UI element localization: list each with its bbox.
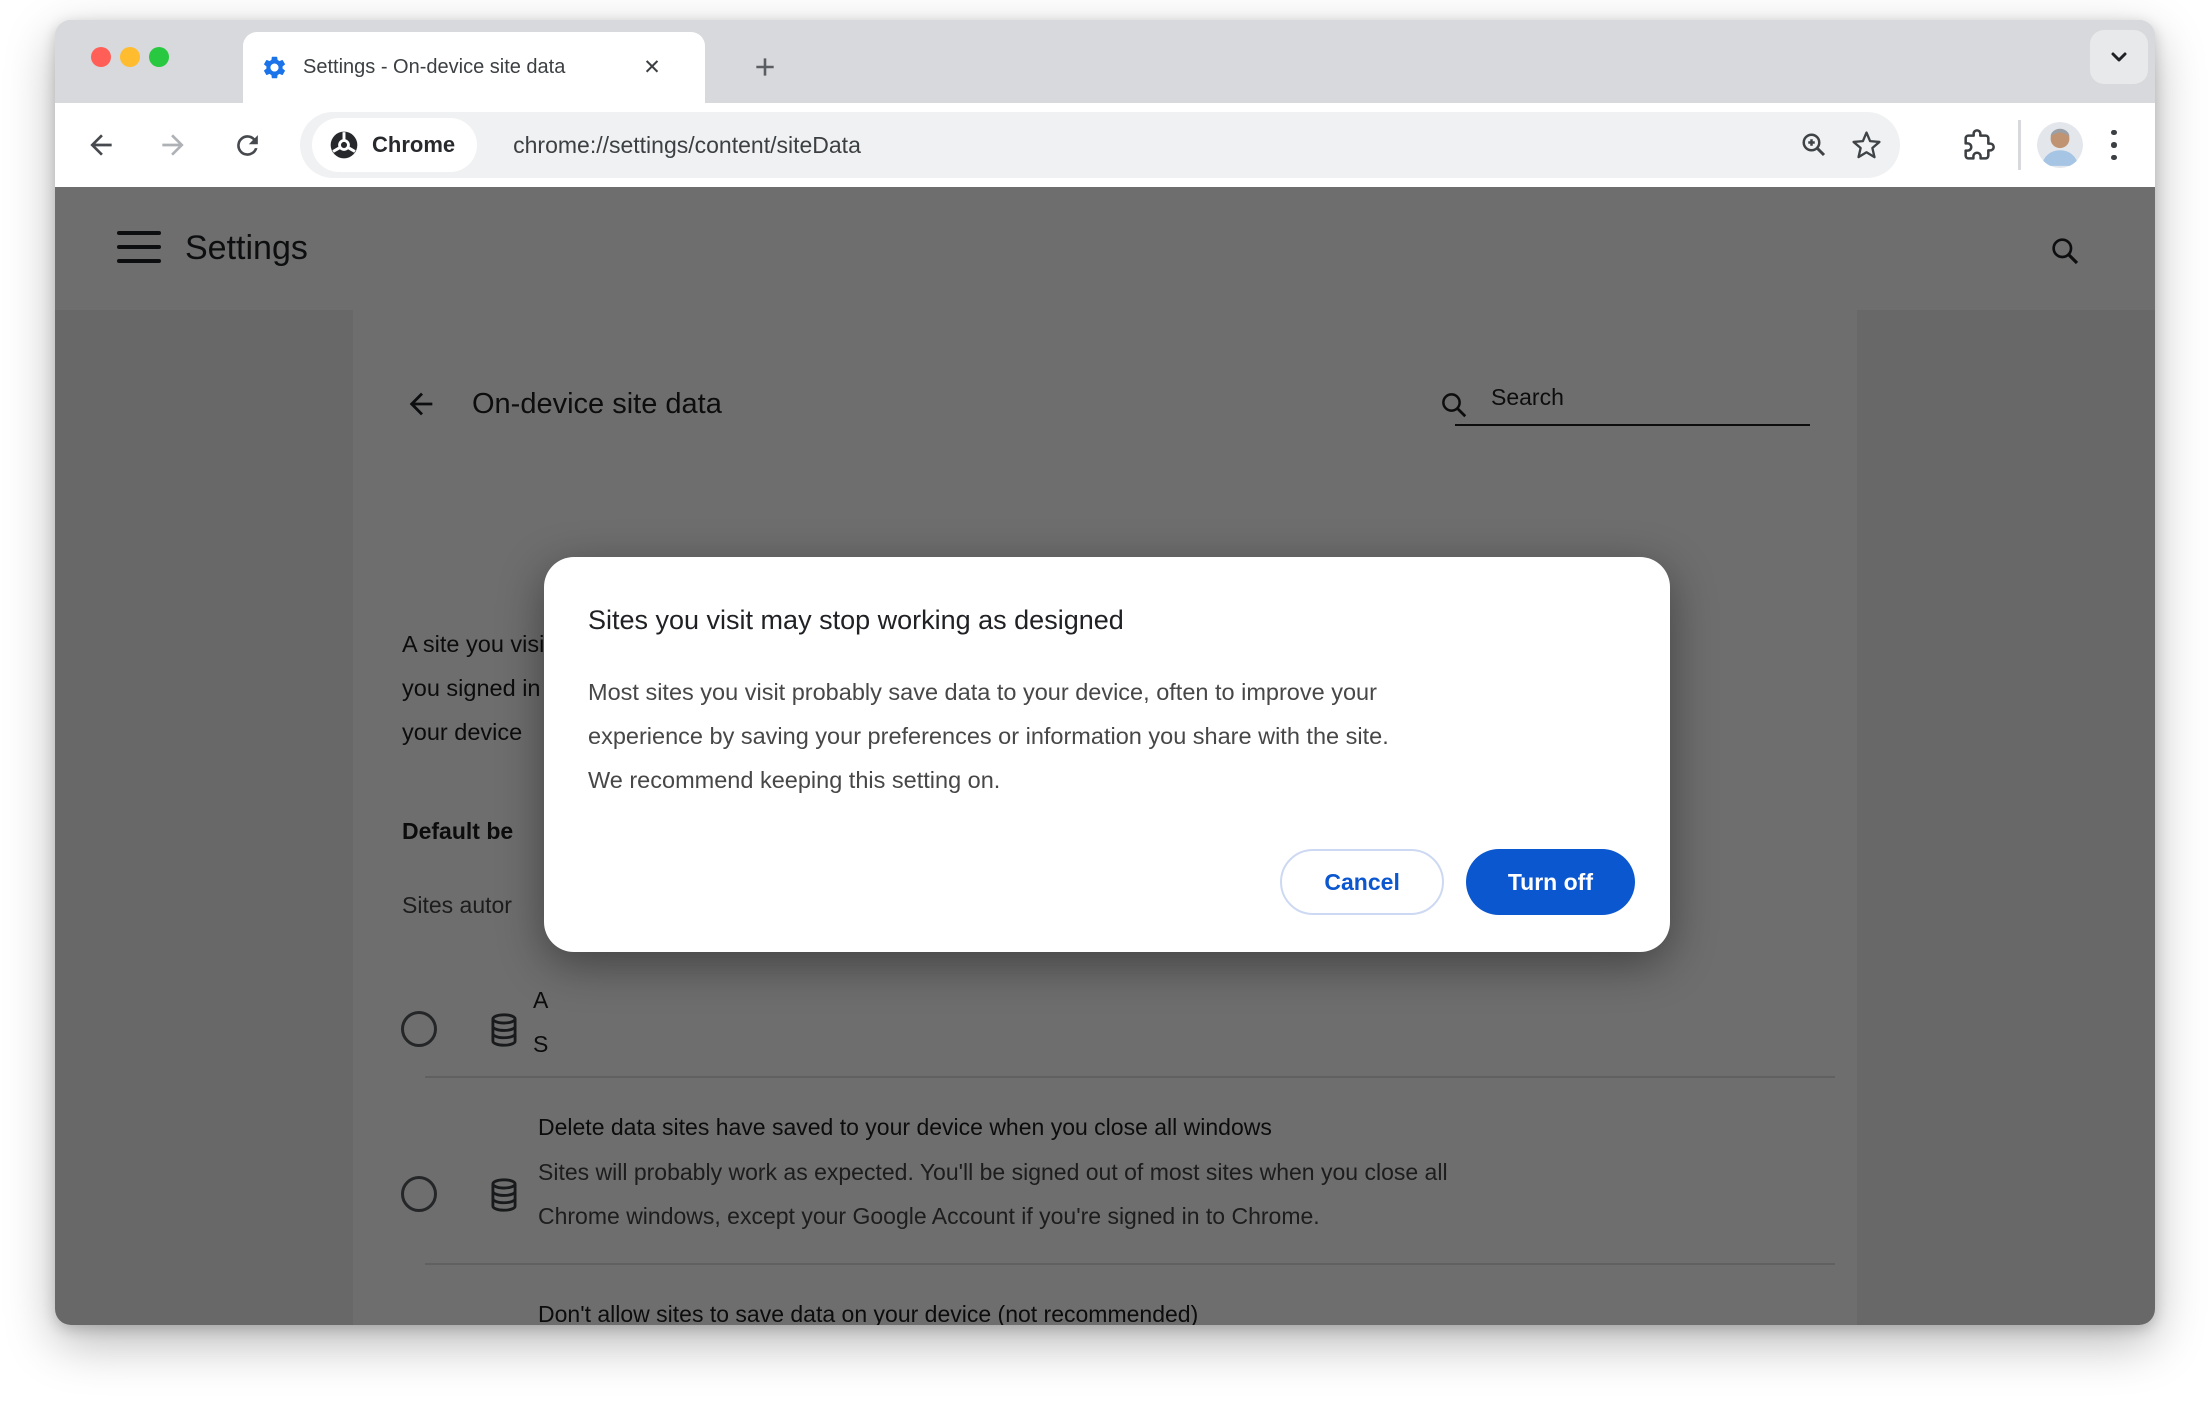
- avatar: [2037, 122, 2083, 168]
- traffic-close-button[interactable]: [91, 47, 111, 67]
- back-arrow-icon: [90, 134, 112, 156]
- tab-close-icon[interactable]: ✕: [637, 53, 667, 83]
- plus-icon: [756, 58, 774, 76]
- bookmark-button[interactable]: [1840, 119, 1892, 171]
- settings-gear-favicon-icon: [263, 56, 286, 79]
- tab-title: Settings - On-device site data: [303, 56, 566, 78]
- cancel-button[interactable]: Cancel: [1280, 849, 1444, 915]
- tab-strip: Settings - On-device site data ✕: [55, 20, 2155, 103]
- toolbar-right-cluster: [1952, 103, 2155, 187]
- chip-label: Chrome: [372, 132, 456, 157]
- traffic-zoom-button[interactable]: [149, 47, 169, 67]
- toolbar-divider: [2018, 120, 2021, 170]
- dialog-actions: Cancel Turn off: [1280, 849, 1635, 915]
- reload-button[interactable]: [221, 119, 273, 171]
- chevron-down-icon: [2111, 52, 2127, 62]
- confirmation-dialog: Sites you visit may stop working as desi…: [544, 557, 1670, 952]
- chrome-site-chip[interactable]: Chrome: [312, 118, 478, 172]
- forward-arrow-icon: [162, 134, 184, 156]
- browser-window: Settings - On-device site data ✕ Chrome …: [55, 20, 2155, 1325]
- reload-icon: [236, 134, 258, 156]
- browser-menu-button[interactable]: [2087, 118, 2141, 172]
- url-text[interactable]: chrome://settings/content/siteData: [513, 132, 1788, 159]
- kebab-menu-icon: [2111, 129, 2117, 161]
- star-icon: [1851, 130, 1881, 158]
- dialog-title: Sites you visit may stop working as desi…: [588, 605, 1124, 635]
- puzzle-icon: [1964, 129, 1995, 160]
- back-button[interactable]: [75, 119, 127, 171]
- dialog-body: Most sites you visit probably save data …: [588, 679, 1389, 793]
- profile-button[interactable]: [2033, 118, 2087, 172]
- traffic-minimize-button[interactable]: [120, 47, 140, 67]
- new-tab-button[interactable]: [740, 42, 790, 92]
- tab-search-chevron-button[interactable]: [2090, 30, 2148, 84]
- address-bar[interactable]: Chrome chrome://settings/content/siteDat…: [300, 112, 1900, 178]
- zoom-in-magnifier-icon: [1802, 133, 1826, 157]
- extensions-button[interactable]: [1952, 118, 2006, 172]
- tab-settings[interactable]: Settings - On-device site data ✕: [243, 32, 705, 103]
- chrome-logo-icon: [330, 131, 358, 159]
- zoom-button[interactable]: [1788, 119, 1840, 171]
- forward-button[interactable]: [147, 119, 199, 171]
- turn-off-button[interactable]: Turn off: [1465, 849, 1635, 915]
- browser-toolbar: Chrome chrome://settings/content/siteDat…: [55, 103, 2155, 187]
